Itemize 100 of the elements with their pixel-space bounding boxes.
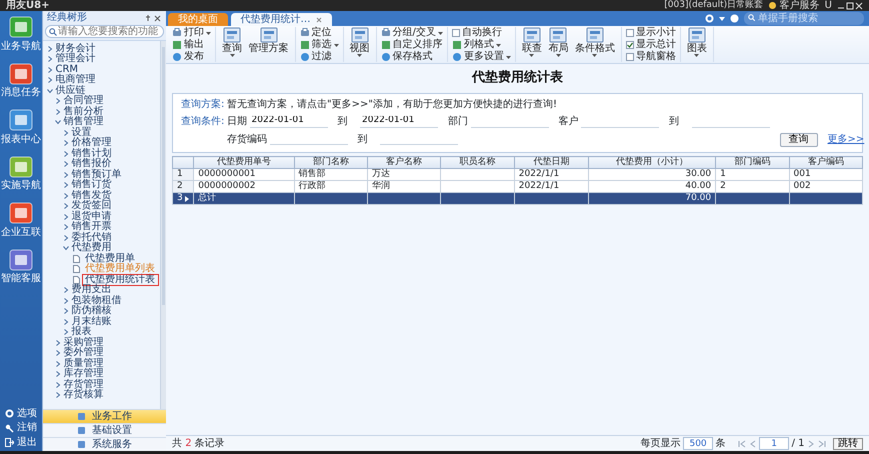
ribbon-button[interactable]: 输出: [172, 39, 211, 51]
checkbox[interactable]: [452, 29, 460, 37]
app-icon[interactable]: [9, 16, 33, 38]
rail-option[interactable]: 退出: [16, 436, 37, 448]
ribbon-button[interactable]: 布局: [546, 27, 570, 62]
column-header: 代垫日期: [514, 156, 588, 168]
tree-item[interactable]: 销售订货: [43, 180, 160, 190]
tree-item[interactable]: 电商管理: [43, 75, 160, 86]
tree-item[interactable]: 售前分析: [43, 106, 160, 117]
ribbon-button[interactable]: 更多设置: [452, 51, 511, 63]
tree-item[interactable]: 销售开票: [43, 222, 160, 232]
ribbon-button[interactable]: 查询: [220, 27, 244, 62]
tree-item[interactable]: 防伪稽核: [43, 306, 160, 316]
maximize-icon[interactable]: [845, 2, 855, 10]
tree-item[interactable]: CRM: [43, 64, 160, 75]
rail-label[interactable]: 报表中心: [1, 134, 41, 146]
tree-item[interactable]: 月末结账: [43, 316, 160, 327]
section-button[interactable]: 业务工作: [43, 409, 166, 423]
more-link[interactable]: 更多>>: [828, 132, 864, 146]
tree-item[interactable]: 报表: [43, 327, 160, 338]
rail-label[interactable]: 智能客服: [1, 273, 41, 285]
rail-label[interactable]: 实施导航: [1, 180, 41, 192]
first-page-icon[interactable]: [738, 440, 746, 448]
tool-icon: [452, 40, 462, 50]
ribbon-button[interactable]: 分组/交叉: [380, 27, 443, 39]
ribbon-button[interactable]: 筛选: [300, 39, 338, 51]
app-icon[interactable]: [9, 109, 33, 131]
field-label: 条: [716, 437, 726, 451]
tree-item[interactable]: 委托代销: [43, 232, 160, 243]
page-field[interactable]: 1: [759, 437, 790, 450]
tree-item[interactable]: 采购管理: [43, 338, 160, 348]
input-field[interactable]: 2022-01-01: [250, 116, 328, 128]
tree-item[interactable]: 存货管理: [43, 380, 160, 390]
scrollbar[interactable]: [160, 41, 166, 409]
tree-item[interactable]: 库存管理: [43, 369, 160, 380]
row-number: 3: [177, 193, 183, 204]
tree-item[interactable]: 合同管理: [43, 96, 160, 106]
tree-item[interactable]: 管理会计: [43, 54, 160, 64]
section-button[interactable]: 基础设置: [43, 423, 166, 437]
tree-item[interactable]: 包装物租借: [43, 296, 160, 306]
tree-item[interactable]: 委外管理: [43, 348, 160, 358]
query-button[interactable]: 查询: [780, 132, 818, 146]
checkbox[interactable]: [626, 41, 634, 49]
section-button[interactable]: 系统服务: [43, 437, 166, 451]
rail-label[interactable]: 业务导航: [1, 40, 41, 52]
ribbon-button[interactable]: 列格式: [452, 39, 511, 51]
search-field[interactable]: 请输入您要搜索的功能: [45, 25, 164, 38]
page-size-field[interactable]: 500: [683, 437, 714, 450]
tree-item[interactable]: 设置: [43, 128, 160, 138]
ribbon-button[interactable]: 图表: [684, 27, 709, 62]
tree-item[interactable]: 销售报价: [43, 159, 160, 170]
input-field[interactable]: 2022-01-01: [360, 116, 438, 128]
rail-label[interactable]: 消息任务: [1, 87, 41, 99]
tree-item[interactable]: 财务会计: [43, 44, 160, 54]
app-icon[interactable]: [9, 202, 33, 224]
ribbon-button[interactable]: 管理方案: [246, 27, 290, 62]
column-header: 客户编码: [789, 156, 862, 168]
tree-item[interactable]: 代垫费用: [43, 243, 160, 254]
ribbon-button[interactable]: 联查: [520, 27, 544, 62]
settings-icon: [5, 409, 14, 418]
row-number: 2: [177, 181, 183, 192]
tree-item[interactable]: 存货核算: [43, 390, 160, 400]
pin-icon[interactable]: [144, 14, 152, 22]
tree-item[interactable]: 销售发货: [43, 190, 160, 201]
tree-item[interactable]: 销售预订单: [43, 170, 160, 180]
next-page-icon[interactable]: [807, 440, 815, 448]
checkbox[interactable]: [626, 29, 634, 37]
last-page-icon[interactable]: [818, 440, 826, 448]
app-icon[interactable]: [9, 62, 33, 84]
tree-item[interactable]: 销售管理: [43, 117, 160, 128]
ribbon-button[interactable]: 保存格式: [380, 51, 443, 63]
tree-item[interactable]: 费用支出: [43, 285, 160, 296]
ribbon-button[interactable]: 自定义排序: [380, 39, 443, 51]
previous-page-icon[interactable]: [748, 440, 757, 448]
tree-item[interactable]: 价格管理: [43, 138, 160, 148]
close-icon[interactable]: [152, 14, 162, 22]
ribbon-button[interactable]: 过滤: [300, 51, 338, 63]
field-label: 每页显示: [640, 437, 681, 451]
app-icon[interactable]: [9, 156, 33, 178]
rail-option[interactable]: 注销: [16, 422, 37, 434]
tab[interactable]: 代垫费用统计…: [230, 13, 332, 26]
tree-item[interactable]: 代垫费用单: [82, 254, 138, 264]
tree-item[interactable]: 质量管理: [43, 358, 160, 369]
search-field[interactable]: 单据手册搜索: [744, 12, 864, 25]
chart-icon: [586, 27, 604, 43]
caret-icon[interactable]: [719, 16, 725, 20]
rail-option[interactable]: 选项: [16, 408, 37, 420]
app-icon[interactable]: [9, 248, 33, 270]
jump-button[interactable]: 跳转: [833, 438, 863, 450]
checkbox[interactable]: [626, 53, 634, 61]
tree-item[interactable]: 供应链: [43, 86, 160, 96]
tree-item[interactable]: 销售计划: [43, 148, 160, 159]
tree-item[interactable]: 发货签回: [43, 201, 160, 212]
rail-label[interactable]: 企业互联: [1, 226, 41, 238]
tree-item[interactable]: 退货申请: [43, 212, 160, 222]
ribbon-button[interactable]: 条件格式: [572, 27, 617, 62]
ribbon-button[interactable]: 发布: [172, 51, 211, 63]
ribbon-button[interactable]: 视图: [348, 27, 372, 62]
ribbon-button[interactable]: 打印: [172, 27, 211, 39]
ribbon-button[interactable]: 定位: [300, 27, 338, 39]
